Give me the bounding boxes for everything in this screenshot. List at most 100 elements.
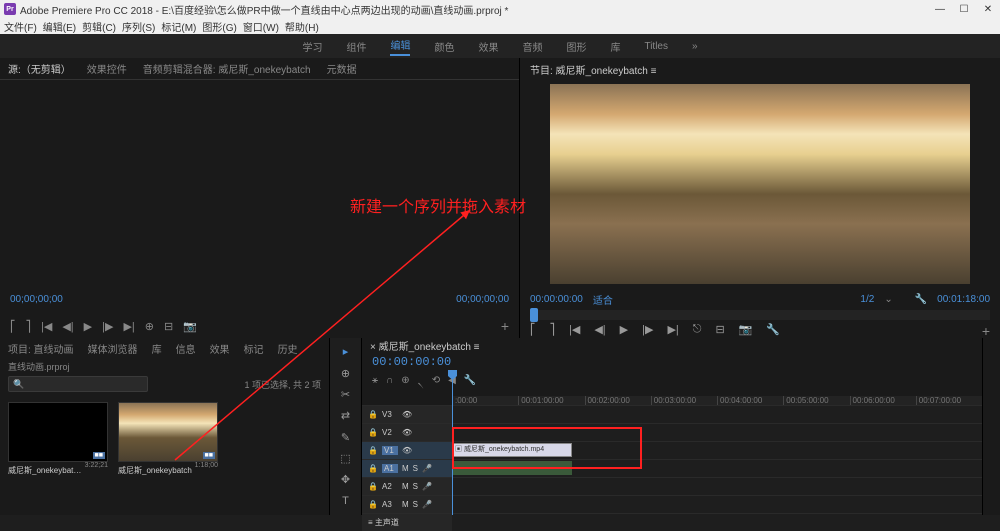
history-tab[interactable]: 历史	[278, 341, 298, 356]
close-button[interactable]: ✕	[980, 4, 996, 15]
goto-out-button[interactable]: ▶|	[667, 323, 678, 339]
audio-clip-mixer-tab[interactable]: 音频剪辑混合器: 威尼斯_onekeybatch	[143, 61, 311, 76]
step-fwd-icon[interactable]: |▶	[102, 320, 113, 333]
source-monitor-viewport[interactable]	[0, 80, 519, 284]
hand-tool[interactable]: ✥	[334, 472, 358, 487]
media-browser-tab[interactable]: 媒体浏览器	[88, 341, 138, 356]
selection-tool[interactable]: ▸	[334, 344, 358, 359]
lift-button[interactable]: ⎋	[693, 323, 702, 339]
timeline-playhead[interactable]	[452, 376, 453, 515]
goto-in-button[interactable]: |◀	[569, 323, 580, 339]
lock-icon[interactable]: 🔒	[368, 446, 378, 455]
tl-snap-icon[interactable]: ⚹	[372, 375, 378, 392]
eye-icon[interactable]: 👁	[402, 446, 412, 455]
project-tab[interactable]: 项目: 直线动画	[8, 341, 74, 356]
ripple-edit-tool[interactable]: ✂	[334, 387, 358, 402]
video-track-v2[interactable]: 🔒V2👁	[362, 423, 982, 441]
effect-controls-tab[interactable]: 效果控件	[87, 61, 127, 76]
export-frame-icon[interactable]: 📷	[183, 320, 197, 333]
markers-tab[interactable]: 标记	[244, 341, 264, 356]
mark-out-button[interactable]: ⎤	[550, 323, 556, 339]
menu-marker[interactable]: 标记(M)	[161, 19, 196, 34]
master-track[interactable]: ≡ 主声道	[362, 513, 982, 531]
program-timecode-left[interactable]: 00:00:00:00	[530, 294, 583, 305]
workspace-titles[interactable]: Titles	[644, 41, 668, 52]
workspace-graphics[interactable]: 图形	[566, 39, 586, 54]
lock-icon[interactable]: 🔒	[368, 428, 378, 437]
overwrite-icon[interactable]: ⊟	[164, 320, 173, 333]
audio-track-a3[interactable]: 🔒A3MS🎤	[362, 495, 982, 513]
mute-button[interactable]: M	[402, 482, 409, 491]
lock-icon[interactable]: 🔒	[368, 464, 378, 473]
tl-marker-icon[interactable]: ⊕	[401, 375, 409, 392]
button-editor-icon[interactable]: +	[501, 318, 509, 334]
workspace-audio[interactable]: 音频	[522, 39, 542, 54]
pen-tool[interactable]: ⬚	[334, 451, 358, 466]
menu-file[interactable]: 文件(F)	[4, 19, 37, 34]
workspace-color[interactable]: 颜色	[434, 39, 454, 54]
timeline-audio-clip[interactable]	[452, 461, 572, 475]
type-tool[interactable]: T	[334, 494, 358, 509]
program-scrubber[interactable]	[530, 310, 990, 320]
info-tab[interactable]: 信息	[176, 341, 196, 356]
slip-tool[interactable]: ✎	[334, 430, 358, 445]
eye-icon[interactable]: 👁	[402, 428, 412, 437]
program-scale-dropdown[interactable]: 1/2	[860, 294, 874, 305]
tl-opt5-icon[interactable]: ⟲	[432, 375, 440, 392]
insert-icon[interactable]: ⊕	[145, 320, 154, 333]
settings-button[interactable]: 🔧	[766, 323, 780, 339]
menu-help[interactable]: 帮助(H)	[285, 19, 319, 34]
menu-graphics[interactable]: 图形(G)	[202, 19, 236, 34]
goto-in-icon[interactable]: |◀	[41, 320, 52, 333]
menu-sequence[interactable]: 序列(S)	[122, 19, 155, 34]
workspace-libraries[interactable]: 库	[610, 39, 620, 54]
menu-edit[interactable]: 编辑(E)	[43, 19, 76, 34]
timeline-timecode[interactable]: 00:00:00:00	[362, 353, 982, 371]
razor-tool[interactable]: ⇄	[334, 408, 358, 423]
program-button-editor-icon[interactable]: +	[982, 323, 990, 339]
play-button[interactable]: ▶	[620, 323, 628, 339]
source-timecode-left[interactable]: 00;00;00;00	[10, 294, 63, 305]
step-fwd-button[interactable]: |▶	[642, 323, 653, 339]
mark-in-button[interactable]: ⎡	[530, 323, 536, 339]
solo-button[interactable]: S	[413, 464, 418, 473]
bin-item[interactable]: ■■ 威尼斯_onekeybatch 1:18;00	[118, 402, 218, 507]
timeline-clip[interactable]: ▣ 威尼斯_onekeybatch.mp4	[452, 443, 572, 457]
program-monitor-viewport[interactable]	[550, 84, 970, 284]
solo-button[interactable]: S	[413, 500, 418, 509]
bin-item[interactable]: ■■ 威尼斯_onekeybatch.mp4 3:22;21	[8, 402, 108, 507]
workspace-assembly[interactable]: 组件	[346, 39, 366, 54]
workspace-learn[interactable]: 学习	[302, 39, 322, 54]
workspace-overflow[interactable]: »	[692, 41, 698, 52]
step-back-icon[interactable]: ◀|	[62, 320, 73, 333]
eye-icon[interactable]: 👁	[402, 410, 412, 419]
libraries-tab[interactable]: 库	[152, 341, 162, 356]
lock-icon[interactable]: 🔒	[368, 410, 378, 419]
program-playhead[interactable]	[530, 308, 538, 322]
lock-icon[interactable]: 🔒	[368, 500, 378, 509]
workspace-effects[interactable]: 效果	[478, 39, 498, 54]
video-track-v3[interactable]: 🔒V3👁	[362, 405, 982, 423]
mark-out-icon[interactable]: ⎤	[26, 320, 32, 333]
menu-window[interactable]: 窗口(W)	[243, 19, 279, 34]
menu-clip[interactable]: 剪辑(C)	[82, 19, 116, 34]
timeline-ruler[interactable]: :00:00 00:01:00:00 00:02:00:00 00:03:00:…	[452, 396, 982, 405]
effects-tab[interactable]: 效果	[210, 341, 230, 356]
solo-button[interactable]: S	[413, 482, 418, 491]
goto-out-icon[interactable]: ▶|	[123, 320, 134, 333]
bin-thumbnail[interactable]: ■■	[118, 402, 218, 462]
metadata-tab[interactable]: 元数据	[327, 61, 357, 76]
tl-link-icon[interactable]: ∩	[386, 375, 393, 392]
extract-button[interactable]: ⊟	[715, 323, 724, 339]
step-back-button[interactable]: ◀|	[594, 323, 605, 339]
tl-settings-icon[interactable]: 🔧	[464, 375, 476, 392]
mark-in-icon[interactable]: ⎡	[10, 320, 16, 333]
play-icon[interactable]: ▶	[84, 320, 92, 333]
program-fit-dropdown[interactable]: 适合	[593, 292, 613, 307]
video-track-v1[interactable]: 🔒V1👁 ▣ 威尼斯_onekeybatch.mp4	[362, 441, 982, 459]
minimize-button[interactable]: —	[932, 4, 948, 15]
project-search-input[interactable]	[8, 376, 148, 392]
mic-icon[interactable]: 🎤	[422, 464, 432, 473]
timeline-sequence-tab[interactable]: × 威尼斯_onekeybatch ≡	[370, 338, 480, 353]
audio-track-a1[interactable]: 🔒A1MS🎤	[362, 459, 982, 477]
